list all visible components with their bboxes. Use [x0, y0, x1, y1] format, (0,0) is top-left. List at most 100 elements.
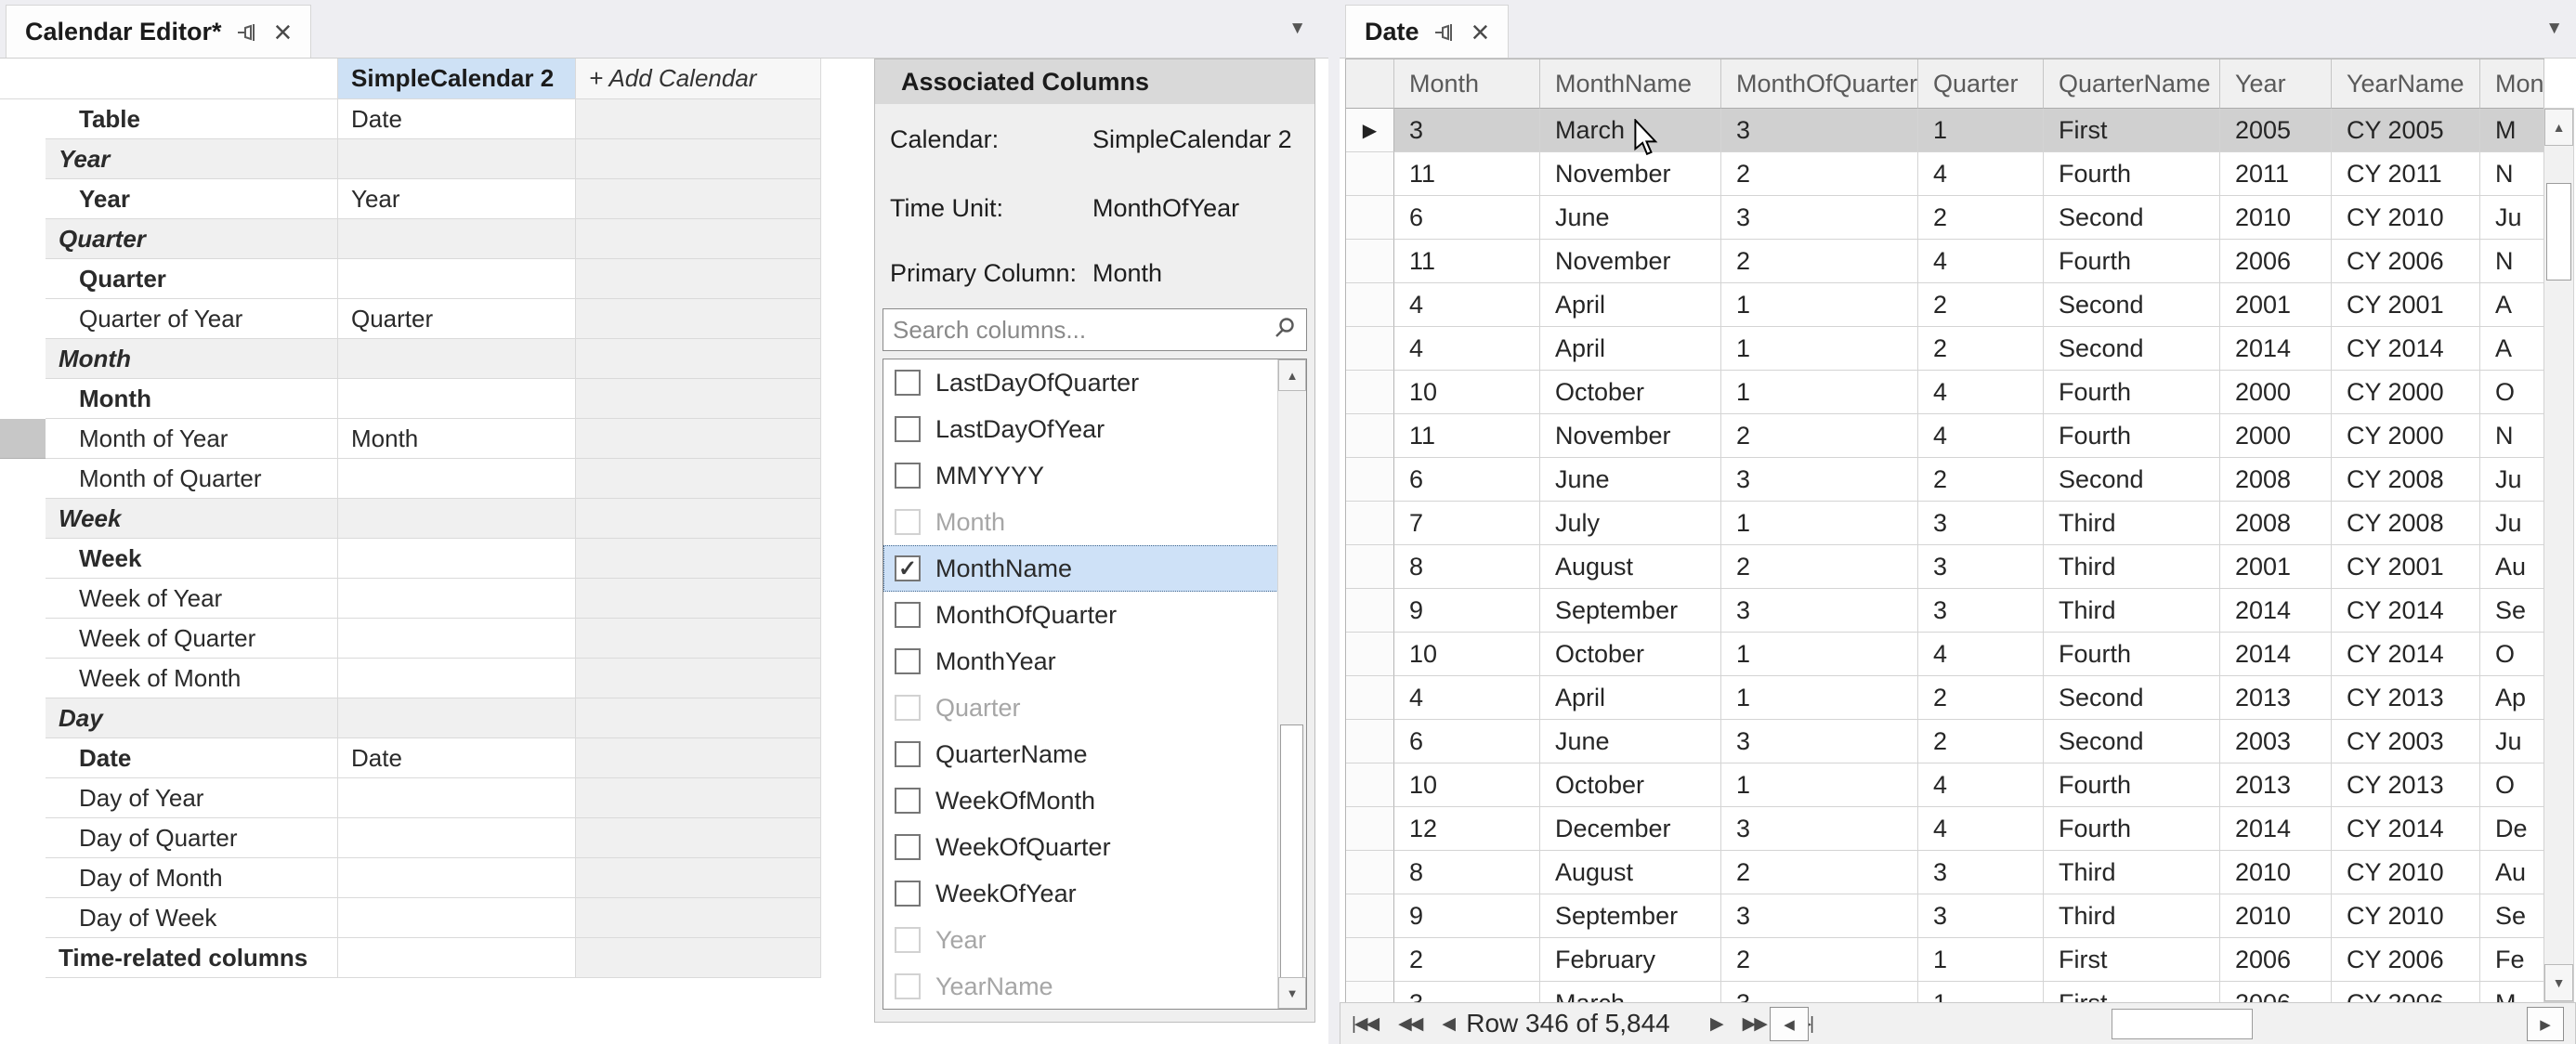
close-icon[interactable]: × [274, 19, 293, 46]
table-cell[interactable]: CY 2013 [2332, 676, 2480, 720]
table-cell[interactable]: 4 [1918, 414, 2044, 458]
table-cell[interactable]: CY 2005 [2332, 109, 2480, 152]
listbox-scrollbar[interactable]: ▲ ▼ [1277, 359, 1306, 1009]
table-cell[interactable]: N [2480, 414, 2544, 458]
calendar-grid-row-label[interactable]: Day [46, 698, 338, 738]
pin-icon[interactable] [1433, 20, 1458, 45]
table-cell[interactable]: 3 [1918, 502, 2044, 545]
table-cell[interactable]: Ju [2480, 196, 2544, 240]
calendar-grid-value-cell[interactable] [338, 659, 576, 698]
calendar-grid-value-cell[interactable] [338, 579, 576, 619]
scroll-up-icon[interactable]: ▲ [2544, 109, 2573, 146]
table-cell[interactable]: Ju [2480, 502, 2544, 545]
horizontal-scrollbar-thumb[interactable] [2112, 1009, 2253, 1039]
table-cell[interactable]: 10 [1394, 371, 1540, 414]
table-cell[interactable]: A [2480, 327, 2544, 371]
calendar-grid-row-label[interactable]: Day of Year [46, 778, 338, 818]
table-cell[interactable]: 8 [1394, 851, 1540, 894]
previous-page-button[interactable]: ◀◀ [1398, 1013, 1421, 1035]
table-cell[interactable]: 10 [1394, 633, 1540, 676]
table-cell[interactable]: 2 [1918, 720, 2044, 763]
chevron-down-icon[interactable]: ▼ [2545, 19, 2563, 39]
table-cell[interactable]: Second [2044, 676, 2220, 720]
table-cell[interactable]: 3 [1721, 807, 1918, 851]
table-cell[interactable]: 2005 [2220, 109, 2332, 152]
table-cell[interactable]: CY 2010 [2332, 894, 2480, 938]
table-cell[interactable]: CY 2001 [2332, 545, 2480, 589]
calendar-grid-value-cell[interactable]: Year [338, 179, 576, 219]
table-cell[interactable]: 4 [1918, 807, 2044, 851]
checkbox[interactable] [895, 416, 921, 442]
checkbox[interactable] [895, 973, 921, 999]
table-cell[interactable]: February [1540, 938, 1721, 982]
column-header[interactable]: Month [1394, 59, 1540, 109]
table-cell[interactable]: CY 2010 [2332, 851, 2480, 894]
calendar-grid-value-cell[interactable] [338, 539, 576, 579]
row-header[interactable] [1346, 938, 1394, 982]
table-cell[interactable]: CY 2008 [2332, 502, 2480, 545]
table-cell[interactable]: 2 [1918, 676, 2044, 720]
table-vertical-scrollbar[interactable]: ▲ ▼ [2543, 108, 2574, 1002]
table-cell[interactable]: Fourth [2044, 414, 2220, 458]
table-cell[interactable]: Third [2044, 894, 2220, 938]
table-cell[interactable]: March [1540, 109, 1721, 152]
table-cell[interactable]: 3 [1721, 196, 1918, 240]
calendar-grid-value-cell[interactable] [338, 938, 576, 978]
table-cell[interactable]: 2013 [2220, 763, 2332, 807]
calendar-grid-row-label[interactable]: Date [46, 738, 338, 778]
table-cell[interactable]: 6 [1394, 196, 1540, 240]
table-cell[interactable]: CY 2008 [2332, 458, 2480, 502]
table-cell[interactable]: 2014 [2220, 589, 2332, 633]
row-header[interactable] [1346, 502, 1394, 545]
table-cell[interactable]: 3 [1721, 458, 1918, 502]
row-header[interactable] [1346, 152, 1394, 196]
table-cell[interactable]: 4 [1918, 763, 2044, 807]
add-calendar-button[interactable]: + Add Calendar [576, 59, 821, 99]
table-cell[interactable]: 2 [1394, 938, 1540, 982]
table-cell[interactable]: 11 [1394, 240, 1540, 283]
table-cell[interactable]: 3 [1918, 851, 2044, 894]
table-cell[interactable]: 2006 [2220, 938, 2332, 982]
column-list-item[interactable]: MMYYYY [883, 452, 1306, 499]
table-cell[interactable]: Fourth [2044, 807, 2220, 851]
table-cell[interactable]: Se [2480, 894, 2544, 938]
column-list-item[interactable]: LastDayOfQuarter [883, 359, 1306, 406]
table-cell[interactable]: 2 [1721, 414, 1918, 458]
table-cell[interactable]: 2011 [2220, 152, 2332, 196]
table-cell[interactable]: N [2480, 240, 2544, 283]
checkbox[interactable] [895, 463, 921, 489]
calendar-grid-value-cell[interactable] [338, 459, 576, 499]
calendar-grid-row-label[interactable]: Day of Quarter [46, 818, 338, 858]
row-header[interactable] [1346, 894, 1394, 938]
column-list-item[interactable]: Month [883, 499, 1306, 545]
checkbox[interactable] [895, 788, 921, 814]
checkbox[interactable] [895, 927, 921, 953]
table-cell[interactable]: Fourth [2044, 152, 2220, 196]
checkbox[interactable] [895, 602, 921, 628]
table-cell[interactable]: October [1540, 763, 1721, 807]
table-cell[interactable]: 4 [1918, 633, 2044, 676]
table-cell[interactable]: 2 [1918, 327, 2044, 371]
table-cell[interactable]: Third [2044, 545, 2220, 589]
row-header[interactable] [1346, 196, 1394, 240]
table-cell[interactable]: CY 2000 [2332, 371, 2480, 414]
table-cell[interactable]: Fourth [2044, 240, 2220, 283]
calendar-grid-row-label[interactable]: Quarter of Year [46, 299, 338, 339]
calendar-grid-row-label[interactable]: Month [46, 379, 338, 419]
table-cell[interactable]: First [2044, 109, 2220, 152]
table-cell[interactable]: 10 [1394, 763, 1540, 807]
table-cell[interactable]: 11 [1394, 152, 1540, 196]
scroll-down-icon[interactable]: ▼ [2544, 964, 2573, 1001]
table-cell[interactable]: 4 [1394, 676, 1540, 720]
table-cell[interactable]: CY 2014 [2332, 807, 2480, 851]
row-header[interactable] [1346, 545, 1394, 589]
table-cell[interactable]: 2 [1721, 851, 1918, 894]
table-cell[interactable]: First [2044, 938, 2220, 982]
table-cell[interactable]: 1 [1918, 938, 2044, 982]
row-header[interactable] [1346, 763, 1394, 807]
column-list-item[interactable]: YearName [883, 963, 1306, 1010]
checkbox[interactable] [895, 648, 921, 674]
row-header[interactable] [1346, 240, 1394, 283]
table-cell[interactable]: 8 [1394, 545, 1540, 589]
column-header[interactable]: MonthName [1540, 59, 1721, 109]
